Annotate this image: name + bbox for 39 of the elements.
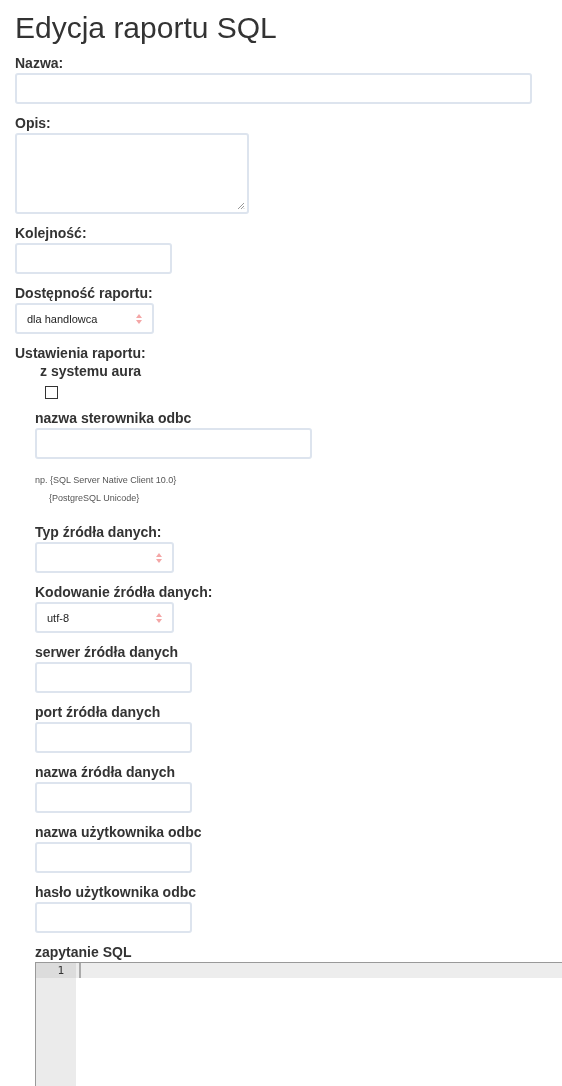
select-field[interactable]: utf-8	[35, 602, 174, 633]
field-label: Opis:	[15, 115, 51, 132]
checkbox[interactable]	[45, 386, 58, 399]
resize-grip-icon[interactable]	[237, 202, 245, 210]
page-title: Edycja raportu SQL	[15, 10, 278, 46]
field-label: port źródła danych	[35, 704, 161, 721]
select-value: dla handlowca	[27, 312, 98, 325]
input-field[interactable]	[15, 73, 532, 104]
field-label: zapytanie SQL	[35, 944, 132, 961]
line-number: 1	[36, 963, 76, 978]
field-label: nazwa użytkownika odbc	[35, 824, 202, 841]
up-down-arrows-icon	[136, 313, 142, 324]
field-label: z systemu aura	[40, 363, 142, 380]
up-down-arrows-icon	[156, 612, 162, 623]
code-editor[interactable]: 1	[35, 962, 562, 1086]
hint-text: {PostgreSQL Unicode}	[49, 492, 140, 505]
field-label: Typ źródła danych:	[35, 524, 162, 541]
input-field[interactable]	[35, 782, 192, 813]
field-label: Nazwa:	[15, 55, 64, 72]
input-field[interactable]	[35, 902, 192, 933]
select-value: utf-8	[47, 611, 69, 624]
input-field[interactable]	[15, 243, 172, 274]
field-label: nazwa źródła danych	[35, 764, 176, 781]
select-field[interactable]: dla handlowca	[15, 303, 154, 334]
field-label: Dostępność raportu:	[15, 285, 153, 302]
field-label: Kolejność:	[15, 225, 87, 242]
field-label: nazwa sterownika odbc	[35, 410, 192, 427]
up-down-arrows-icon	[156, 552, 162, 563]
hint-text: np. {SQL Server Native Client 10.0}	[35, 474, 177, 487]
input-field[interactable]	[35, 722, 192, 753]
text-area[interactable]	[15, 133, 249, 214]
field-label: hasło użytkownika odbc	[35, 884, 197, 901]
section-label: Ustawienia raportu:	[15, 345, 146, 362]
field-label: serwer źródła danych	[35, 644, 179, 661]
field-label: Kodowanie źródła danych:	[35, 584, 213, 601]
input-field[interactable]	[35, 428, 312, 459]
select-field[interactable]	[35, 542, 174, 573]
input-field[interactable]	[35, 662, 192, 693]
input-field[interactable]	[35, 842, 192, 873]
